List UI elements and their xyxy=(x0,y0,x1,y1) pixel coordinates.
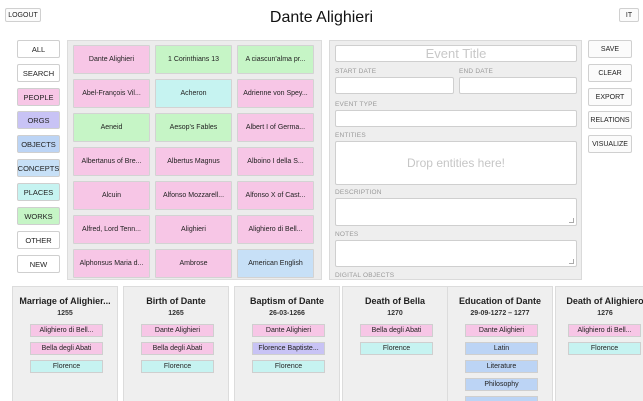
event-type-label: EVENT TYPE xyxy=(335,101,378,108)
event-entity-tag[interactable]: Bella degli Abati xyxy=(141,342,214,355)
entity-card[interactable]: Alboino I della S... xyxy=(237,147,314,176)
entity-card[interactable]: Albertanus of Bre... xyxy=(73,147,150,176)
event-title: Death of Bella xyxy=(364,296,425,306)
visualize-button[interactable]: VISUALIZE xyxy=(588,135,632,153)
entity-card[interactable]: Alfonso Mozzarell... xyxy=(155,181,232,210)
event-date: 1265 xyxy=(168,310,184,317)
event-card[interactable]: Death of Bella 1270 Bella degli Abati Flore… xyxy=(342,286,448,401)
entity-card[interactable]: Alighieri xyxy=(155,215,232,244)
entity-card[interactable]: American English xyxy=(237,249,314,278)
notes-label: NOTES xyxy=(335,231,359,238)
event-entity-tag[interactable]: Florence xyxy=(30,360,103,373)
entity-card[interactable]: Abel-François Vil... xyxy=(73,79,150,108)
event-entity-tag[interactable]: Florence xyxy=(360,342,433,355)
language-button[interactable]: IT xyxy=(619,8,639,22)
event-entity-tag[interactable]: Dante Alighieri xyxy=(465,324,538,337)
event-entity-tag[interactable]: Literature xyxy=(465,360,538,373)
export-button[interactable]: EXPORT xyxy=(588,88,632,106)
filter-works-button[interactable]: WORKS xyxy=(17,207,60,225)
filter-people-button[interactable]: PEOPLE xyxy=(17,88,60,106)
end-date-field[interactable] xyxy=(459,77,577,94)
event-title: Birth of Dante xyxy=(146,296,206,306)
entity-card[interactable]: Alphonsus Maria d... xyxy=(73,249,150,278)
resize-handle-icon[interactable] xyxy=(569,218,574,223)
event-entity-tag[interactable]: Bella degli Abati xyxy=(360,324,433,337)
entity-card[interactable]: Alfred, Lord Tenn... xyxy=(73,215,150,244)
event-entity-tag[interactable]: Latin xyxy=(465,342,538,355)
entity-card[interactable]: Alfonso X of Cast... xyxy=(237,181,314,210)
filter-new-button[interactable]: NEW xyxy=(17,255,60,273)
notes-field[interactable] xyxy=(335,240,577,267)
relations-button[interactable]: RELATIONS xyxy=(588,111,632,129)
event-entity-tag[interactable]: Dante Alighieri xyxy=(252,324,325,337)
event-date: 1255 xyxy=(57,310,73,317)
description-label: DESCRIPTION xyxy=(335,189,382,196)
entity-card[interactable]: Aesop's Fables xyxy=(155,113,232,142)
entity-card[interactable]: Dante Alighieri xyxy=(73,45,150,74)
filter-places-button[interactable]: PLACES xyxy=(17,183,60,201)
event-title: Education of Dante xyxy=(458,296,541,306)
event-card[interactable]: Baptism of Dante 26-03-1266 Dante Alighier… xyxy=(234,286,340,401)
entity-card[interactable]: Acheron xyxy=(155,79,232,108)
filter-all-button[interactable]: ALL xyxy=(17,40,60,58)
event-entity-tag[interactable] xyxy=(465,396,538,401)
entity-card[interactable]: Alcuin xyxy=(73,181,150,210)
resize-handle-icon[interactable] xyxy=(569,259,574,264)
event-date: 1270 xyxy=(387,310,403,317)
entity-card[interactable]: Ambrose xyxy=(155,249,232,278)
event-entity-tag[interactable]: Philosophy xyxy=(465,378,538,391)
event-title: Baptism of Dante xyxy=(249,296,324,306)
event-card[interactable]: Death of Alighiero 1276 Alighiero di Bell.… xyxy=(555,286,643,401)
filter-orgs-button[interactable]: ORGS xyxy=(17,111,60,129)
event-title: Marriage of Alighier... xyxy=(19,296,111,306)
entity-card[interactable]: 1 Corinthians 13 xyxy=(155,45,232,74)
start-date-field[interactable] xyxy=(335,77,454,94)
event-date: 29-09-1272 – 1277 xyxy=(470,310,530,317)
filter-search-button[interactable]: SEARCH xyxy=(17,64,60,82)
event-date: 1276 xyxy=(597,310,613,317)
filter-objects-button[interactable]: OBJECTS xyxy=(17,135,60,153)
entity-card[interactable]: Albertus Magnus xyxy=(155,147,232,176)
save-button[interactable]: SAVE xyxy=(588,40,632,58)
event-title-input[interactable]: Event Title xyxy=(335,45,577,62)
entity-card[interactable]: Albert I of Germa... xyxy=(237,113,314,142)
event-entity-tag[interactable]: Alighiero di Bell... xyxy=(30,324,103,337)
event-entity-tag[interactable]: Alighiero di Bell... xyxy=(568,324,641,337)
event-entity-tag[interactable]: Bella degli Abati xyxy=(30,342,103,355)
filter-concepts-button[interactable]: CONCEPTS xyxy=(17,159,60,177)
event-entity-tag[interactable]: Florence Baptiste... xyxy=(252,342,325,355)
start-date-label: START DATE xyxy=(335,68,377,75)
end-date-label: END DATE xyxy=(459,68,493,75)
clear-button[interactable]: CLEAR xyxy=(588,64,632,82)
event-entity-tag[interactable]: Florence xyxy=(568,342,641,355)
event-form: Event Title START DATE END DATE EVENT TY… xyxy=(329,40,582,280)
entities-label: ENTITIES xyxy=(335,132,366,139)
digital-objects-label: DIGITAL OBJECTS xyxy=(335,272,395,279)
event-card[interactable]: Birth of Dante 1265 Dante Alighieri Bella d… xyxy=(123,286,229,401)
event-entity-tag[interactable]: Florence xyxy=(252,360,325,373)
event-entity-tag[interactable]: Florence xyxy=(141,360,214,373)
event-entity-tag[interactable]: Dante Alighieri xyxy=(141,324,214,337)
event-date: 26-03-1266 xyxy=(269,310,305,317)
filter-other-button[interactable]: OTHER xyxy=(17,231,60,249)
entity-card[interactable]: Adrienne von Spey... xyxy=(237,79,314,108)
entity-grid: Dante Alighieri 1 Corinthians 13 A ciascun… xyxy=(67,40,322,280)
description-field[interactable] xyxy=(335,198,577,226)
event-card[interactable]: Education of Dante 29-09-1272 – 1277 Dante… xyxy=(447,286,553,401)
entity-card[interactable]: A ciascun'alma pr... xyxy=(237,45,314,74)
entity-card[interactable]: Aeneid xyxy=(73,113,150,142)
event-title: Death of Alighiero xyxy=(566,296,643,306)
entities-drop-zone[interactable]: Drop entities here! xyxy=(335,141,577,185)
page-title: Dante Alighieri xyxy=(269,9,374,26)
entity-card[interactable]: Alighiero di Bell... xyxy=(237,215,314,244)
event-card[interactable]: Marriage of Alighier... 1255 Alighiero di … xyxy=(12,286,118,401)
event-type-field[interactable] xyxy=(335,110,577,127)
